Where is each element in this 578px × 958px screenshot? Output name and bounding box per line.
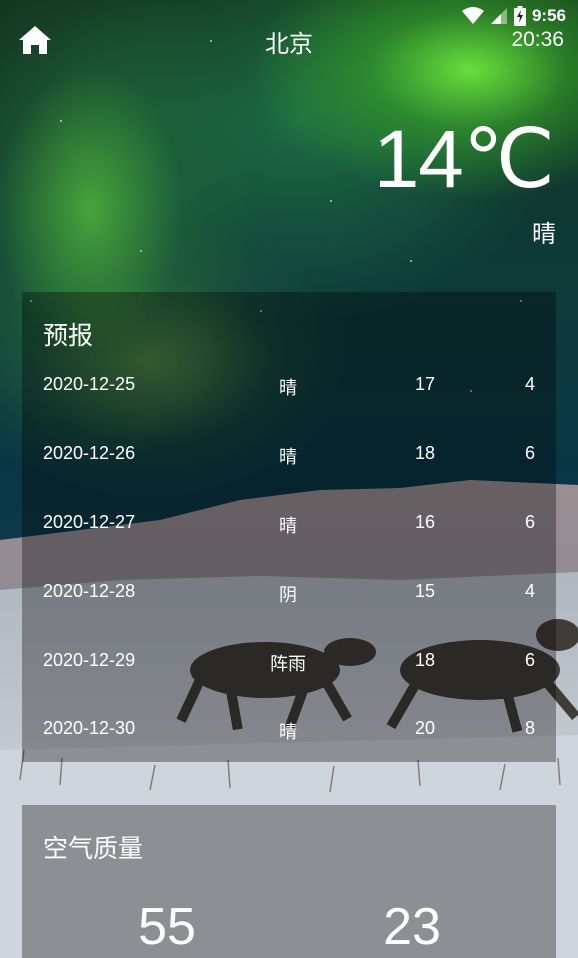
forecast-max-temp: 20	[414, 718, 436, 738]
update-time: 20:36	[511, 28, 564, 51]
forecast-card: 预报 2020-12-25 晴 17 4 2020-12-26 晴 18 6 2…	[22, 292, 556, 762]
forecast-min-temp: 6	[524, 650, 535, 670]
forecast-row: 2020-12-27 晴 16 6	[22, 508, 556, 538]
forecast-date: 2020-12-27	[43, 512, 136, 532]
forecast-min-temp: 6	[524, 443, 535, 463]
forecast-row: 2020-12-30 晴 20 8	[22, 714, 556, 744]
forecast-date: 2020-12-25	[43, 374, 136, 394]
forecast-max-temp: 16	[414, 512, 436, 532]
forecast-row: 2020-12-26 晴 18 6	[22, 439, 556, 469]
forecast-max-temp: 18	[414, 443, 436, 463]
forecast-date: 2020-12-29	[43, 650, 136, 670]
pm25-value: 23	[383, 898, 441, 956]
signal-icon	[490, 8, 507, 24]
aqi-value: 55	[138, 898, 196, 956]
aqi-card: 空气质量 55 23	[22, 805, 556, 958]
forecast-info: 阵雨	[270, 654, 306, 675]
forecast-min-temp: 6	[524, 512, 535, 532]
city-title: 北京	[265, 30, 313, 58]
forecast-min-temp: 4	[524, 374, 535, 394]
forecast-info: 晴	[279, 516, 297, 537]
forecast-info: 晴	[279, 447, 297, 468]
current-weather-info: 晴	[532, 220, 556, 248]
forecast-info: 晴	[279, 378, 297, 399]
forecast-row: 2020-12-28 阴 15 4	[22, 577, 556, 607]
forecast-info: 阴	[279, 585, 297, 606]
status-time: 9:56	[531, 6, 566, 25]
forecast-date: 2020-12-30	[43, 718, 136, 738]
forecast-max-temp: 15	[414, 581, 436, 601]
forecast-info: 晴	[279, 722, 297, 743]
forecast-title: 预报	[43, 321, 94, 350]
current-temperature: 14℃	[373, 114, 555, 205]
forecast-date: 2020-12-26	[43, 443, 136, 463]
forecast-min-temp: 8	[524, 718, 535, 738]
forecast-date: 2020-12-28	[43, 581, 136, 601]
wifi-icon	[461, 7, 484, 24]
battery-charging-icon	[513, 6, 526, 26]
forecast-max-temp: 18	[414, 650, 436, 670]
forecast-max-temp: 17	[414, 374, 436, 394]
aqi-title: 空气质量	[43, 834, 144, 863]
forecast-min-temp: 4	[524, 581, 535, 601]
forecast-row: 2020-12-25 晴 17 4	[22, 370, 556, 400]
forecast-row: 2020-12-29 阵雨 18 6	[22, 646, 556, 676]
